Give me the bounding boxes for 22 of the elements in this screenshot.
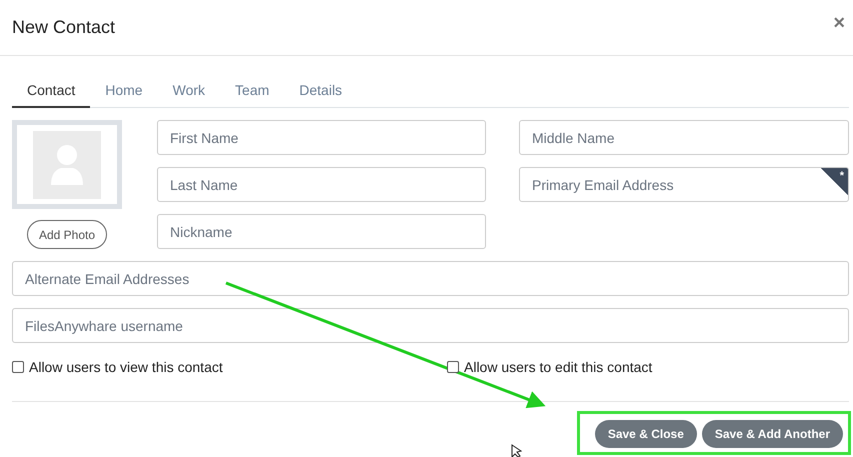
close-button[interactable]: × [833, 12, 845, 35]
tab[interactable]: Contact [12, 73, 90, 108]
text-field[interactable]: FilesAnywhare username [12, 308, 849, 343]
checkbox-label: Allow users to edit this contact [464, 359, 652, 375]
checkbox[interactable] [12, 361, 24, 373]
text-field[interactable]: First Name [157, 120, 486, 155]
text-field[interactable]: Middle Name [519, 120, 849, 155]
text-field[interactable]: Alternate Email Addresses [12, 261, 849, 296]
tab[interactable]: Home [90, 73, 158, 108]
dialog-title: New Contact [12, 17, 116, 38]
text-field[interactable]: Nickname [157, 214, 486, 249]
save-button[interactable]: Save & Add Another [702, 420, 843, 448]
tab[interactable]: Team [220, 73, 284, 108]
required-corner-badge: * [821, 168, 848, 195]
checkbox-label: Allow users to view this contact [29, 359, 223, 375]
tab[interactable]: Work [158, 73, 220, 108]
add-photo-button[interactable]: Add Photo [26, 220, 108, 249]
save-button[interactable]: Save & Close [594, 420, 697, 448]
tab[interactable]: Details [284, 73, 358, 108]
cursor-icon [512, 444, 522, 457]
text-field[interactable]: Last Name [157, 167, 486, 202]
checkbox[interactable] [447, 361, 459, 373]
